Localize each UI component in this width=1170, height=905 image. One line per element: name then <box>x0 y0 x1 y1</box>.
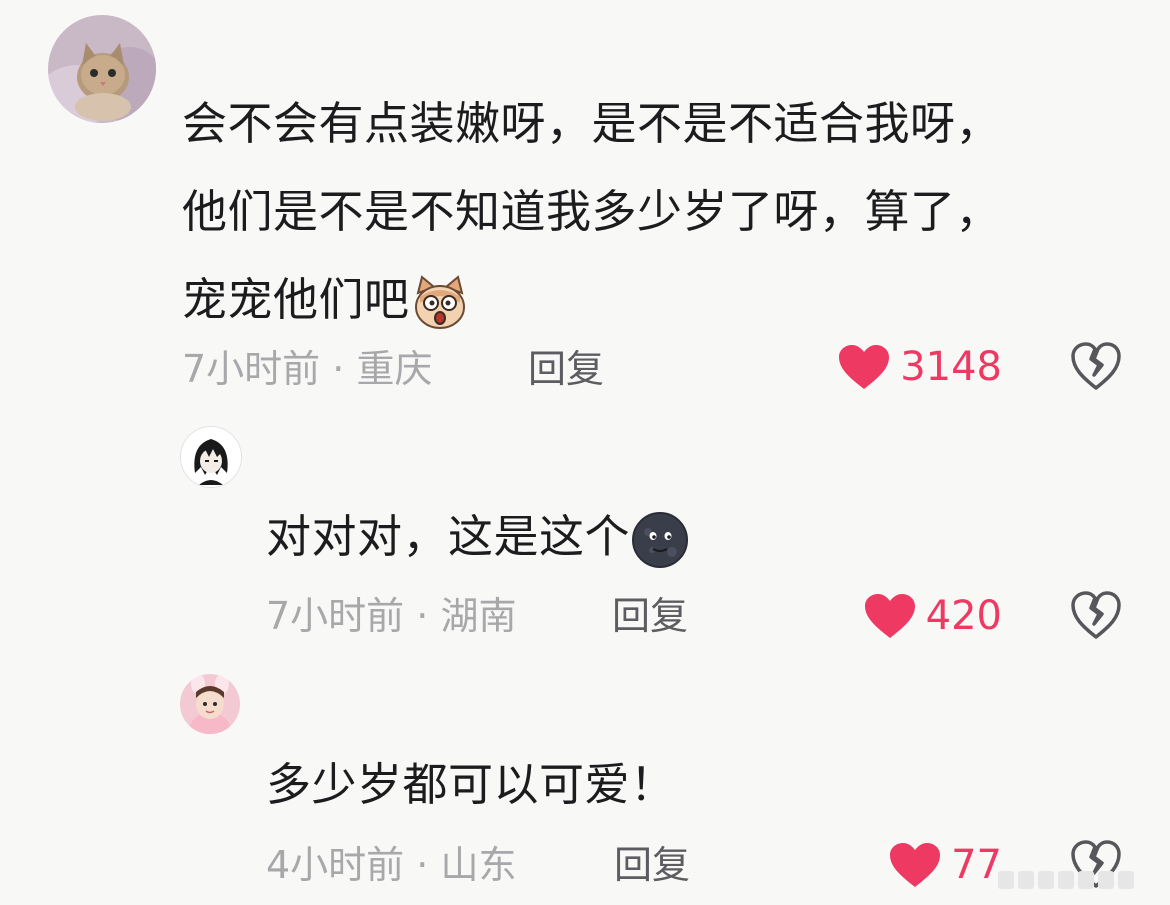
comment-body: 多少岁都可以可爱！ <box>266 741 676 829</box>
comment-meta: 4小时前 · 山东 <box>266 843 516 887</box>
meta-separator: · <box>404 594 441 638</box>
heart-icon <box>839 345 890 389</box>
watermark-glyph <box>1038 871 1054 889</box>
comment-thread: 会不会有点装嫩呀，是不是不适合我呀， 他们是不是不知道我多少岁了呀，算了， 宠宠… <box>0 0 1170 905</box>
reply-button[interactable]: 回复 <box>614 843 690 887</box>
comment-line: 他们是不是不知道我多少岁了呀，算了， <box>182 185 1002 238</box>
comment-line-text: 对对对，这是这个 <box>266 510 631 563</box>
shocked-cat-face-icon <box>412 275 468 331</box>
watermark-glyph <box>1078 871 1094 889</box>
comment-location: 重庆 <box>356 347 433 391</box>
heart-icon <box>890 843 941 887</box>
reply-button[interactable]: 回复 <box>528 347 604 391</box>
comment-body: 对对对，这是这个 <box>266 493 689 581</box>
new-moon-face-icon <box>632 512 689 568</box>
comment-time: 4小时前 <box>266 843 405 887</box>
like-button[interactable]: 3148 <box>838 342 1002 392</box>
like-button[interactable]: 77 <box>889 840 1002 890</box>
avatar-cat[interactable] <box>48 15 156 123</box>
comment-body: 会不会有点装嫩呀，是不是不适合我呀， 他们是不是不知道我多少岁了呀，算了， 宠宠… <box>182 80 1001 344</box>
meta-separator: · <box>404 843 441 887</box>
avatar-anime-boy[interactable] <box>180 426 242 488</box>
like-count: 3148 <box>900 344 1002 390</box>
comment-line: 多少岁都可以可爱！ <box>266 758 676 811</box>
comment-meta: 7小时前 · 重庆 <box>182 347 432 391</box>
comment-line: 宠宠他们吧 <box>182 256 1001 344</box>
avatar-baby[interactable] <box>180 674 240 734</box>
comment-line: 对对对，这是这个 <box>266 493 689 581</box>
comment-location: 湖南 <box>440 594 517 638</box>
watermark-glyph <box>1018 871 1034 889</box>
comment-location: 山东 <box>440 843 517 887</box>
watermark-glyph <box>1058 871 1074 889</box>
comment-time: 7小时前 <box>266 594 405 638</box>
comment-line-text: 宠宠他们吧 <box>182 273 410 326</box>
comment-time: 7小时前 <box>182 347 321 391</box>
watermark-glyph <box>1118 871 1134 889</box>
watermark-glyph <box>998 871 1014 889</box>
watermark-glyph <box>1098 871 1114 889</box>
broken-heart-icon[interactable] <box>1070 590 1122 640</box>
watermark <box>998 867 1158 893</box>
heart-icon <box>864 594 915 638</box>
comment-line: 会不会有点装嫩呀，是不是不适合我呀， <box>182 97 1002 150</box>
like-button[interactable]: 420 <box>864 591 1002 641</box>
broken-heart-icon[interactable] <box>1070 341 1122 391</box>
reply-button[interactable]: 回复 <box>612 594 688 638</box>
like-count: 77 <box>951 842 1002 888</box>
like-count: 420 <box>925 593 1002 639</box>
meta-separator: · <box>320 347 357 391</box>
comment-meta: 7小时前 · 湖南 <box>266 594 516 638</box>
